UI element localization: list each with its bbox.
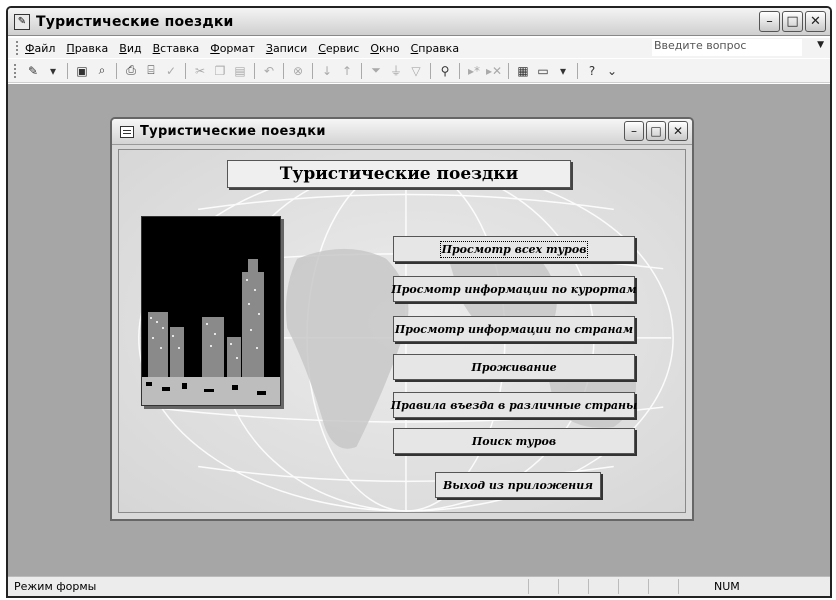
toolbar-separator <box>116 62 117 79</box>
menu-tools[interactable]: Сервис <box>318 42 359 55</box>
status-cell <box>678 579 708 594</box>
accommodation-button[interactable]: Проживание <box>393 354 635 380</box>
app-title-bar[interactable]: ✎ Туристические поездки – □ ✕ <box>8 8 830 36</box>
close-icon[interactable]: ✕ <box>805 11 826 32</box>
tour-search-button[interactable]: Поиск туров <box>393 428 635 454</box>
menu-edit[interactable]: Правка <box>66 42 108 55</box>
status-mode: Режим формы <box>14 580 97 593</box>
spelling-icon[interactable]: ✓ <box>161 62 181 80</box>
database-window-icon[interactable]: ▦ <box>513 62 533 80</box>
print-preview-icon[interactable]: ⌸ <box>141 62 161 80</box>
new-object-dropdown-icon[interactable]: ▾ <box>553 62 573 80</box>
form-icon <box>120 125 134 138</box>
menu-view[interactable]: Вид <box>119 42 141 55</box>
toolbar-separator <box>459 62 460 79</box>
design-view-icon[interactable]: ✎ <box>23 62 43 80</box>
question-dropdown-icon[interactable]: ▼ <box>817 40 824 50</box>
main-form-window: Туристические поездки – □ ✕ Туристически… <box>110 117 694 521</box>
filter-by-form-icon[interactable]: ⏚ <box>386 62 406 80</box>
maximize-icon[interactable]: □ <box>782 11 803 32</box>
menu-records[interactable]: Записи <box>266 42 307 55</box>
toolbar-separator <box>67 62 68 79</box>
status-cell <box>588 579 618 594</box>
form-window-controls: – □ ✕ <box>624 121 688 141</box>
menu-file[interactable]: Файл <box>25 42 55 55</box>
status-bar: Режим формы NUM <box>8 576 830 596</box>
toolbar-separator <box>283 62 284 79</box>
toolbar-separator <box>312 62 313 79</box>
toolbar-separator <box>185 62 186 79</box>
help-icon[interactable]: ? <box>582 62 602 80</box>
num-lock-indicator: NUM <box>714 580 740 593</box>
menu-window[interactable]: Окно <box>370 42 399 55</box>
print-icon[interactable]: ⎙ <box>121 62 141 80</box>
countries-info-button[interactable]: Просмотр информации по странам <box>393 316 635 342</box>
toolbar-separator <box>508 62 509 79</box>
search-file-icon[interactable]: ⌕ <box>92 62 112 80</box>
window-controls: – □ ✕ <box>759 11 826 32</box>
city-photo <box>141 216 281 406</box>
resorts-info-button[interactable]: Просмотр информации по курортам <box>391 276 637 302</box>
minimize-icon[interactable]: – <box>624 121 644 141</box>
menu-bar: Файл Правка Вид Вставка Формат Записи Се… <box>8 38 830 58</box>
toolbar-separator <box>577 62 578 79</box>
status-cell <box>648 579 678 594</box>
cut-icon[interactable]: ✂ <box>190 62 210 80</box>
form-title-bar[interactable]: Туристические поездки – □ ✕ <box>112 119 692 145</box>
sort-descending-icon[interactable]: ↑ <box>337 62 357 80</box>
undo-icon[interactable]: ↶ <box>259 62 279 80</box>
sort-ascending-icon[interactable]: ↓ <box>317 62 337 80</box>
delete-record-icon[interactable]: ▸✕ <box>484 62 504 80</box>
status-cell <box>558 579 588 594</box>
status-cell <box>528 579 558 594</box>
minimize-icon[interactable]: – <box>759 11 780 32</box>
toolbar-options-icon[interactable]: ⌄ <box>602 62 622 80</box>
form-header: Туристические поездки <box>227 160 571 188</box>
toolbar-grip <box>14 63 17 78</box>
status-cell <box>618 579 648 594</box>
status-indicators <box>528 579 830 594</box>
menu-insert[interactable]: Вставка <box>153 42 200 55</box>
paste-icon[interactable]: ▤ <box>230 62 250 80</box>
apply-filter-icon[interactable]: ▽ <box>406 62 426 80</box>
form-title: Туристические поездки <box>140 124 326 139</box>
maximize-icon[interactable]: □ <box>646 121 666 141</box>
menu-help[interactable]: Справка <box>411 42 459 55</box>
view-dropdown-icon[interactable]: ▾ <box>43 62 63 80</box>
copy-icon[interactable]: ❐ <box>210 62 230 80</box>
ask-question-input[interactable]: Введите вопрос <box>652 39 802 56</box>
save-icon[interactable]: ▣ <box>72 62 92 80</box>
close-icon[interactable]: ✕ <box>668 121 688 141</box>
hyperlink-icon[interactable]: ⊗ <box>288 62 308 80</box>
toolbar-separator <box>361 62 362 79</box>
app-icon: ✎ <box>14 13 30 30</box>
toolbar-separator <box>254 62 255 79</box>
find-icon[interactable]: ⚲ <box>435 62 455 80</box>
entry-rules-button[interactable]: Правила въезда в различные страны <box>391 392 637 418</box>
city-skyline-image <box>142 217 280 405</box>
form-view-toolbar: ✎ ▾ ▣ ⌕ ⎙ ⌸ ✓ ✂ ❐ ▤ ↶ ⊗ ↓ ↑ ⏷ ⏚ ▽ ⚲ ▸* ▸… <box>8 59 830 83</box>
new-object-icon[interactable]: ▭ <box>533 62 553 80</box>
menu-grip <box>16 41 19 55</box>
toolbar-separator <box>430 62 431 79</box>
view-all-tours-button[interactable]: Просмотр всех туров <box>393 236 635 262</box>
menu-format[interactable]: Формат <box>210 42 255 55</box>
app-title: Туристические поездки <box>36 13 234 30</box>
filter-by-selection-icon[interactable]: ⏷ <box>366 62 386 80</box>
exit-application-button[interactable]: Выход из приложения <box>435 472 601 498</box>
new-record-icon[interactable]: ▸* <box>464 62 484 80</box>
form-body: Туристические поездки Просмотр всех туро… <box>118 149 686 513</box>
